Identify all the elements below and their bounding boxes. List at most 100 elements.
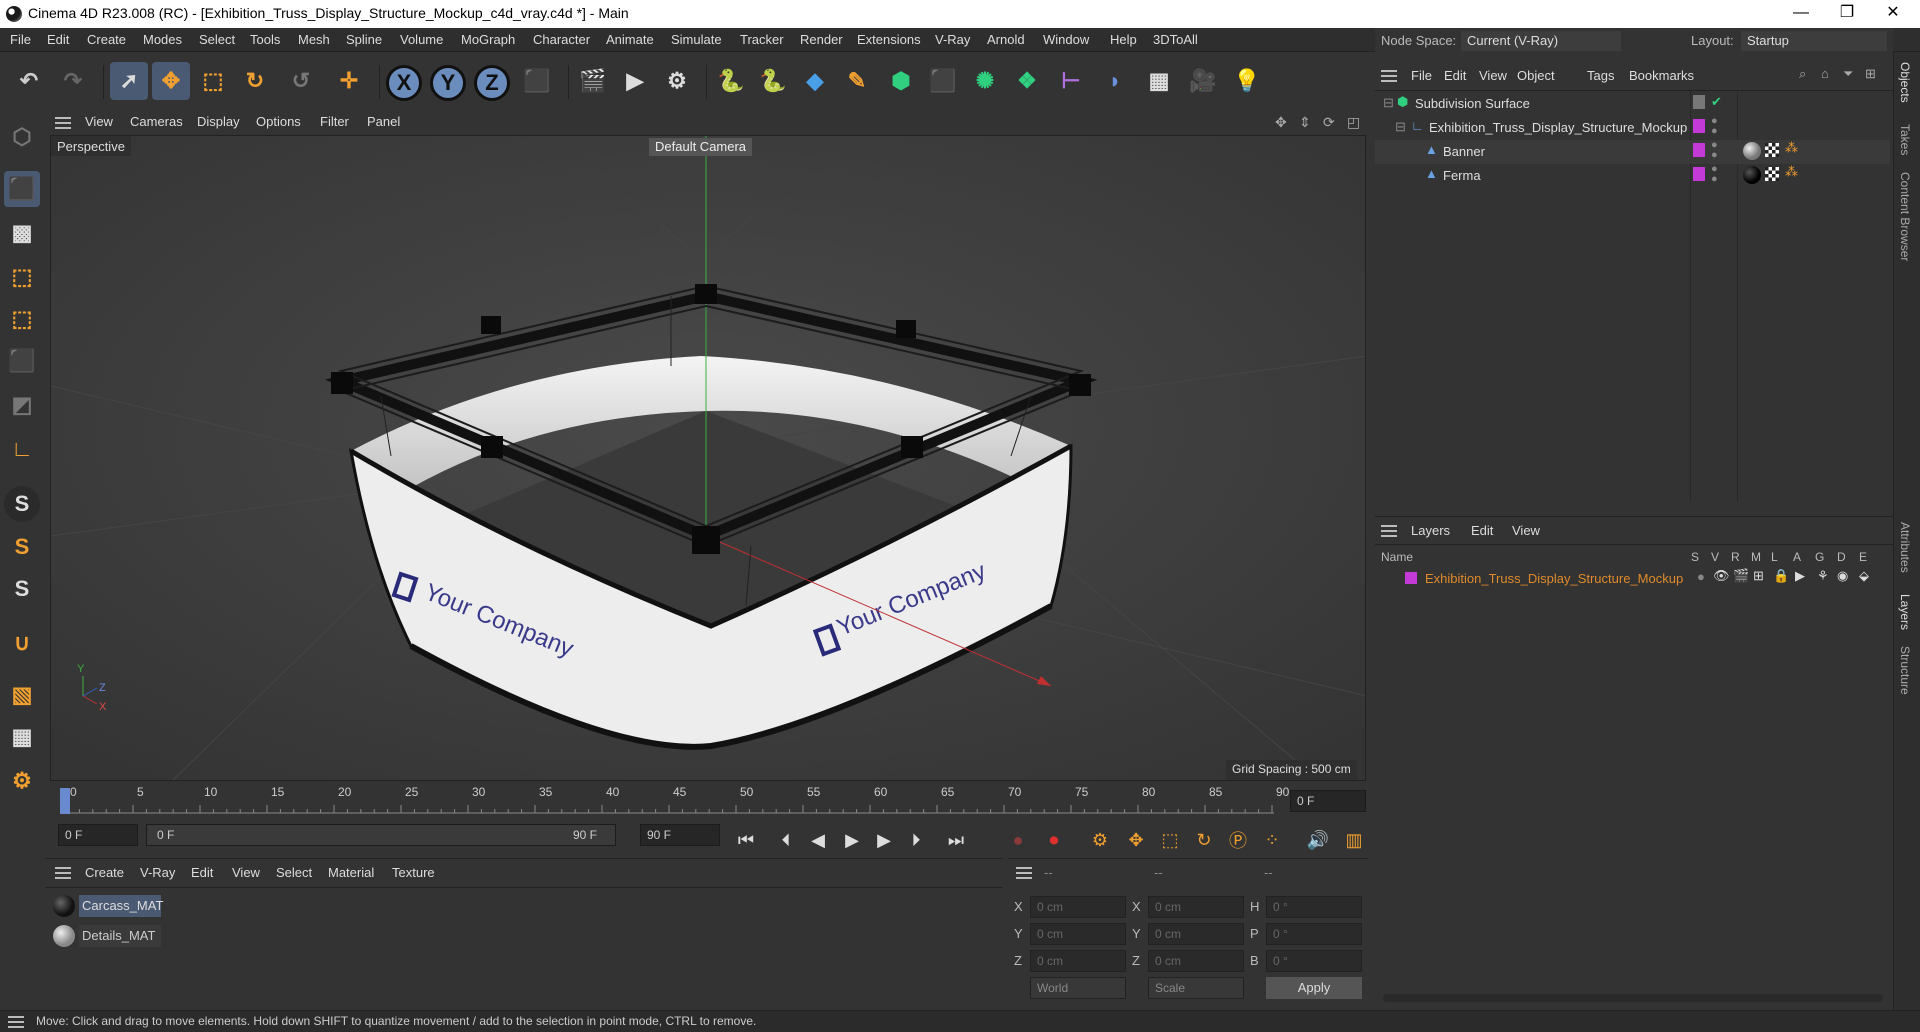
world-select[interactable]: World	[1030, 977, 1126, 999]
objects-home-icon[interactable]: ⌂	[1821, 66, 1829, 81]
previous-key-icon[interactable]: ⏴	[772, 827, 800, 853]
next-key-icon[interactable]: ⏵	[902, 827, 930, 853]
menu-render[interactable]: Render	[800, 32, 843, 47]
material-tag-icon[interactable]	[1743, 166, 1761, 184]
size-z-field[interactable]: 0 cm	[1148, 950, 1244, 972]
enabled-check-icon[interactable]: ✔	[1711, 94, 1722, 110]
python-icon[interactable]: 🐍	[712, 62, 750, 100]
size-y-field[interactable]: 0 cm	[1148, 923, 1244, 945]
model-mode-icon[interactable]: ⬛	[4, 171, 40, 207]
next-frame-icon[interactable]: ▶	[870, 827, 898, 853]
menu-help[interactable]: Help	[1110, 32, 1137, 47]
subdivision-surface-icon[interactable]: ⬢	[882, 62, 920, 100]
viewport-menu-display[interactable]: Display	[197, 114, 240, 129]
recent-tool-icon[interactable]: ↺	[282, 62, 320, 100]
visibility-dots-icon[interactable]: ● ●	[1711, 164, 1718, 185]
layer-render-icon[interactable]: 🎬	[1733, 568, 1749, 584]
menu-arnold[interactable]: Arnold	[987, 32, 1025, 47]
render-picture-viewer-icon[interactable]: ▶	[616, 62, 654, 100]
field-icon[interactable]: ◗	[1096, 62, 1134, 100]
go-to-start-icon[interactable]: ⏮	[732, 827, 760, 853]
point-mode-icon[interactable]: ⬚	[4, 259, 40, 295]
rotation-b-field[interactable]: 0 °	[1266, 950, 1362, 972]
layer-manager-icon[interactable]: ⊞	[1753, 568, 1764, 584]
redo-icon[interactable]: ↷	[54, 62, 92, 100]
mat-menu-create[interactable]: Create	[85, 865, 124, 880]
mograph-cloner-icon[interactable]: ✺	[966, 62, 1004, 100]
minimize-button[interactable]: —	[1778, 2, 1824, 26]
position-z-field[interactable]: 0 cm	[1030, 950, 1126, 972]
timeline-playhead[interactable]	[60, 788, 70, 814]
range-slider[interactable]: 0 F 90 F	[146, 824, 616, 846]
mat-menu-texture[interactable]: Texture	[392, 865, 435, 880]
objects-search-icon[interactable]: ⌕	[1799, 66, 1806, 82]
start-frame-field[interactable]: 0 F	[58, 824, 138, 846]
layer-color-swatch[interactable]	[1405, 572, 1417, 584]
planar-workplane-icon[interactable]: ⚙	[4, 763, 40, 799]
viewport-nav-rotate-icon[interactable]: ⟳	[1323, 114, 1335, 131]
layers-scrollbar[interactable]	[1383, 994, 1883, 1002]
tree-toggle-icon[interactable]: ⊟	[1395, 119, 1406, 135]
tree-row-banner[interactable]: ▲ Banner ● ● ⁂	[1375, 140, 1890, 164]
key-pla-icon[interactable]: ⁘	[1258, 827, 1286, 853]
obj-menu-tags[interactable]: Tags	[1587, 68, 1614, 83]
layer-solo-icon[interactable]: ●	[1697, 569, 1705, 584]
layer-lock-icon[interactable]: 🔒	[1773, 568, 1789, 584]
autokey-icon[interactable]: ⏺	[1040, 827, 1068, 853]
camera-label[interactable]: Default Camera	[649, 138, 753, 156]
move-tool-icon[interactable]: ✥	[152, 62, 190, 100]
keyframe-selection-icon[interactable]: ⚙	[1086, 827, 1114, 853]
layer-color-swatch[interactable]	[1693, 119, 1705, 133]
polygon-mode-icon[interactable]: ⬛	[4, 343, 40, 379]
tab-attributes[interactable]: Attributes	[1898, 522, 1912, 573]
locked-workplane-icon[interactable]: ▦	[4, 719, 40, 755]
perspective-viewport[interactable]: Your Company Your Company Y Z X Perspect…	[50, 135, 1366, 781]
key-rotation-icon[interactable]: ↻	[1190, 827, 1218, 853]
transform-tool-icon[interactable]: ✛	[330, 62, 368, 100]
timeline-icon[interactable]: ▥	[1340, 827, 1368, 853]
coordinate-system-icon[interactable]: ⬛	[518, 62, 556, 100]
light-icon[interactable]: 💡	[1228, 62, 1266, 100]
x-axis-lock-button[interactable]: X	[386, 65, 422, 101]
menu-create[interactable]: Create	[87, 32, 126, 47]
key-position-icon[interactable]: ✥	[1122, 827, 1150, 853]
uvw-tag-icon[interactable]	[1765, 143, 1779, 157]
menu-simulate[interactable]: Simulate	[671, 32, 722, 47]
mograph-effector-icon[interactable]: ❖	[1008, 62, 1046, 100]
layer-color-swatch[interactable]	[1693, 143, 1705, 157]
layer-animation-icon[interactable]: ▶	[1795, 568, 1805, 584]
viewport-menu-cameras[interactable]: Cameras	[130, 114, 183, 129]
menu-3dtoall[interactable]: 3DToAll	[1153, 32, 1198, 47]
axis-mode-icon[interactable]: ∟	[4, 431, 40, 467]
cube-primitive-icon[interactable]: ◆	[796, 62, 834, 100]
menu-tracker[interactable]: Tracker	[740, 32, 784, 47]
tab-takes[interactable]: Takes	[1898, 124, 1912, 155]
menu-edit[interactable]: Edit	[47, 32, 69, 47]
previous-frame-icon[interactable]: ◀	[804, 827, 832, 853]
sound-icon[interactable]: 🔊	[1304, 827, 1332, 853]
snap-settings-icon[interactable]: S	[4, 571, 40, 607]
viewport-menu-view[interactable]: View	[85, 114, 113, 129]
layer-color-swatch[interactable]	[1693, 95, 1705, 109]
layers-menu-icon[interactable]	[1381, 525, 1397, 537]
y-axis-lock-button[interactable]: Y	[430, 65, 466, 101]
position-y-field[interactable]: 0 cm	[1030, 923, 1126, 945]
obj-menu-bookmarks[interactable]: Bookmarks	[1629, 68, 1694, 83]
snap-s-orange-icon[interactable]: S	[4, 529, 40, 565]
go-to-end-icon[interactable]: ⏭	[942, 827, 970, 853]
mat-menu-view[interactable]: View	[232, 865, 260, 880]
mat-menu-vray[interactable]: V-Ray	[140, 865, 175, 880]
menu-file[interactable]: File	[10, 32, 31, 47]
mat-menu-material[interactable]: Material	[328, 865, 374, 880]
current-frame-field[interactable]: 0 F	[1290, 790, 1366, 812]
magnet-icon[interactable]: ∪	[4, 625, 40, 661]
viewport-nav-move-icon[interactable]: ✥	[1275, 114, 1287, 131]
viewport-menu-panel[interactable]: Panel	[367, 114, 400, 129]
render-settings-icon[interactable]: ⚙	[658, 62, 696, 100]
obj-menu-view[interactable]: View	[1479, 68, 1507, 83]
tab-objects[interactable]: Objects	[1898, 62, 1912, 103]
scale-tool-icon[interactable]: ⬚	[194, 62, 232, 100]
menu-volume[interactable]: Volume	[400, 32, 443, 47]
mat-menu-select[interactable]: Select	[276, 865, 312, 880]
tab-content-browser[interactable]: Content Browser	[1898, 172, 1912, 261]
